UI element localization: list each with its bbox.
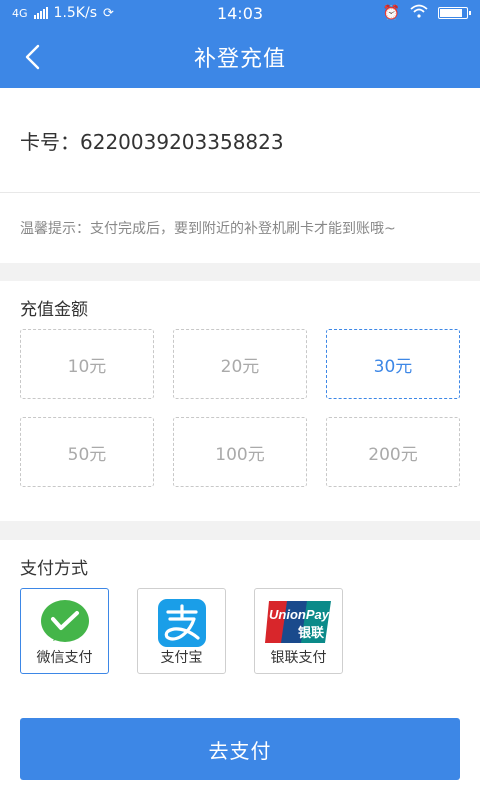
card-info-section: 卡号：6220039203358823 温馨提示：支付完成后，要到附近的补登机刷… xyxy=(0,88,480,263)
unionpay-logo-text: UnionPay xyxy=(269,607,330,622)
divider xyxy=(0,192,480,193)
pay-method-label: 支付宝 xyxy=(160,650,203,666)
status-left: 4G 1.5K/s ⟳ xyxy=(12,5,114,21)
unionpay-logo-cn: 银联 xyxy=(297,625,323,641)
alarm-icon: ⏰ xyxy=(382,5,400,21)
page-title: 补登充值 xyxy=(193,47,286,72)
pay-method-label: 银联支付 xyxy=(270,650,327,666)
amount-option-30[interactable]: 30元 xyxy=(326,329,460,399)
unionpay-icon: UnionPay 银联 xyxy=(264,601,331,643)
alipay-icon xyxy=(157,599,206,647)
sync-icon: ⟳ xyxy=(103,5,114,21)
card-number: 卡号：6220039203358823 xyxy=(20,130,284,154)
app-bar: 补登充值 xyxy=(0,26,480,88)
battery-icon xyxy=(438,7,471,19)
amount-section: 充值金额 10元 20元 30元 50元 100元 200元 xyxy=(0,281,480,521)
pay-method-unionpay[interactable]: UnionPay 银联 银联支付 xyxy=(254,588,343,674)
back-button[interactable] xyxy=(10,26,54,88)
tip-text: 温馨提示：支付完成后，要到附近的补登机刷卡才能到账哦~ xyxy=(20,221,396,237)
network-type: 4G xyxy=(12,6,28,20)
amount-option-200[interactable]: 200元 xyxy=(326,417,460,487)
status-right: ⏰ xyxy=(382,4,471,22)
status-bar: 4G 1.5K/s ⟳ 14:03 ⏰ xyxy=(0,0,480,26)
pay-method-alipay[interactable]: 支付宝 xyxy=(137,588,226,674)
pay-method-wechat[interactable]: 微信支付 xyxy=(20,588,109,674)
amount-title: 充值金额 xyxy=(20,300,88,320)
chevron-left-icon xyxy=(25,44,40,70)
network-speed: 1.5K/s xyxy=(53,5,97,21)
wifi-icon xyxy=(410,4,428,22)
signal-icon xyxy=(33,7,48,19)
pay-method-label: 微信支付 xyxy=(36,650,93,666)
wechat-pay-icon xyxy=(40,600,89,642)
amount-option-10[interactable]: 10元 xyxy=(20,329,154,399)
amount-option-20[interactable]: 20元 xyxy=(173,329,307,399)
pay-submit-button[interactable]: 去支付 xyxy=(20,718,460,780)
payment-title: 支付方式 xyxy=(20,559,88,579)
amount-option-100[interactable]: 100元 xyxy=(173,417,307,487)
payment-section: 支付方式 微信支付 支付宝 UnionPay 银联 银联支付 去支付 xyxy=(0,540,480,800)
amount-option-50[interactable]: 50元 xyxy=(20,417,154,487)
